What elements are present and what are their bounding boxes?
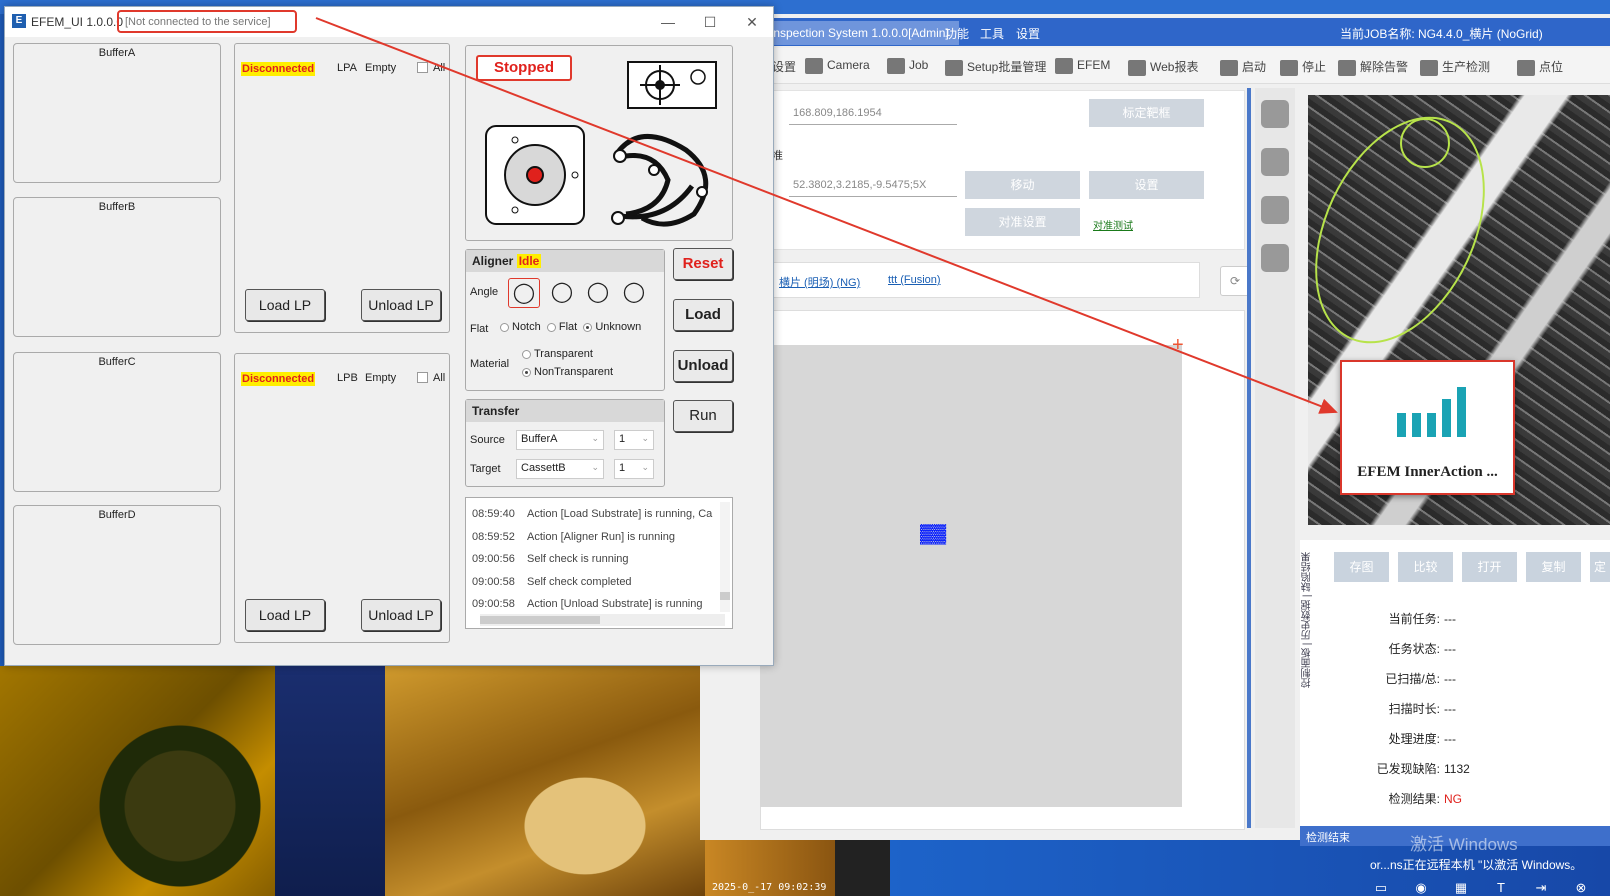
annotation-arrow bbox=[315, 17, 1338, 414]
